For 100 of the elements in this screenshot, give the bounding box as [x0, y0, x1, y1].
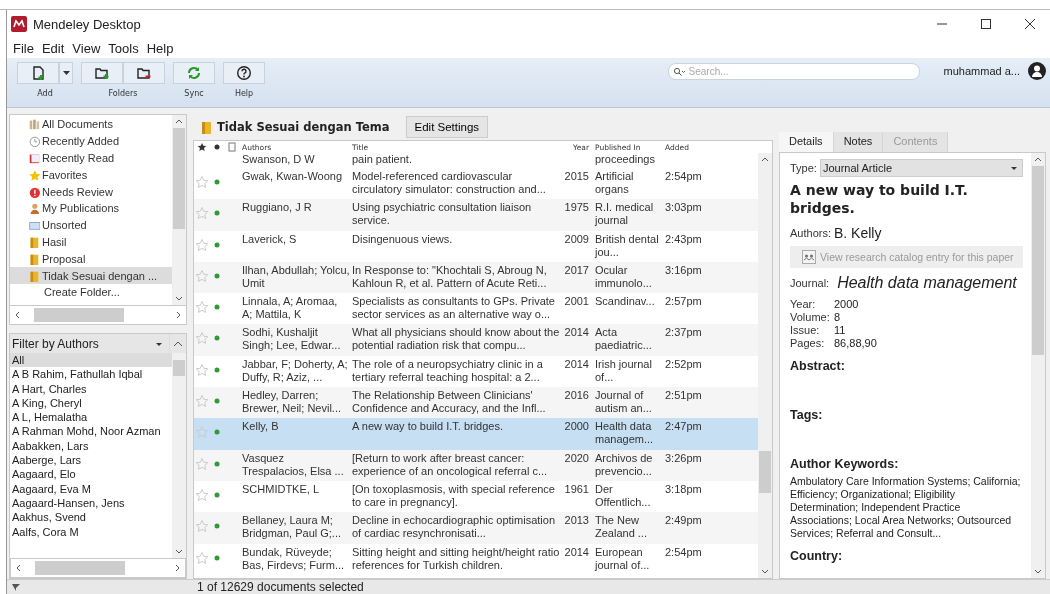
star-icon[interactable] — [194, 268, 210, 283]
tab[interactable]: Notes — [833, 132, 884, 152]
author-filter-item[interactable]: Aakhus, Svend — [10, 510, 172, 525]
menu-item[interactable]: Help — [142, 40, 178, 56]
type-dropdown[interactable]: Journal Article — [819, 159, 1023, 177]
sync-button[interactable] — [173, 62, 215, 84]
menu-item[interactable]: View — [68, 40, 105, 56]
collection-item[interactable]: Tidak Sesuai dengan ... — [10, 267, 172, 284]
author-filter-item[interactable]: Aagaard-Hansen, Jens — [10, 495, 172, 511]
edit-settings-button[interactable]: Edit Settings — [405, 116, 489, 138]
author-filter-item[interactable]: A King, Cheryl — [10, 395, 172, 411]
document-row[interactable]: Vasquez Trespalacios, Elsa ... [Return to work after breast cancer: experience of an oncological referral c... 2020 Archivos de prevencio... 3:26pm — [194, 449, 758, 481]
author-filter-item[interactable]: A L, Hemalatha — [10, 410, 172, 425]
collection-item[interactable]: Unsorted — [10, 216, 172, 234]
star-icon[interactable] — [194, 362, 210, 377]
document-row[interactable]: Kelly, B A new way to build I.T. bridges. 2000 Health data managem... 2:47pm — [194, 418, 758, 450]
document-row[interactable]: Linnala, A; Aromaa, A; Mattila, K Specialists as consultants to GPs. Private sector services as an alternative way o... 2001 Scandinav... 2:57pm — [194, 293, 758, 325]
scroll-down-icon[interactable] — [175, 549, 183, 555]
scroll-right-icon[interactable] — [175, 564, 181, 572]
scroll-up-icon[interactable] — [1034, 156, 1042, 162]
user-avatar-icon[interactable] — [1028, 62, 1046, 80]
field-value[interactable]: 86,88,90 — [834, 337, 877, 350]
menu-item[interactable]: File — [9, 40, 38, 56]
scrollbar-thumb[interactable] — [173, 128, 185, 230]
author-filter-item[interactable]: A Hart, Charles — [10, 381, 172, 396]
close-icon[interactable] — [1024, 18, 1036, 30]
scrollbar-thumb[interactable] — [173, 360, 185, 376]
document-row[interactable]: Ilhan, Abdullah; Yolcu, Umit In Response to: "Khochtali S, Abroug N, Kahloun R, et al. Pattern of Acute Reti... 2017 Ocular immunolo... 3:16pm — [194, 261, 758, 294]
collection-item[interactable]: Hasil — [10, 233, 172, 251]
collection-item[interactable]: Create Folder... — [10, 283, 172, 301]
author-filter-item[interactable]: A Rahman Mohd, Noor Azman — [10, 424, 172, 439]
star-icon[interactable] — [194, 237, 210, 252]
tab[interactable]: Details — [779, 132, 834, 152]
field-value[interactable]: 2000 — [834, 298, 877, 311]
author-filter-item[interactable]: Aagaard, Elo — [10, 467, 172, 482]
search-field[interactable]: Search... — [667, 62, 920, 80]
help-button[interactable] — [223, 62, 265, 84]
field-value[interactable]: 11 — [834, 324, 877, 337]
scrollbar[interactable] — [1031, 153, 1045, 578]
document-row[interactable]: Bellaney, Laura M; Bridgman, Paul G;... Decline in echocardiographic optimisation of cardiac resynchronisati... 2013 The New Zealand ... 2:49pm — [194, 512, 758, 544]
author-filter-item[interactable]: All — [10, 353, 172, 368]
document-row[interactable]: Laverick, S Disingenuous views. 2009 British dental jou... 2:43pm — [194, 230, 758, 262]
star-icon[interactable] — [194, 300, 210, 315]
scrollbar-thumb[interactable] — [34, 308, 124, 322]
scroll-down-icon[interactable] — [761, 569, 769, 575]
document-row[interactable]: Sodhi, Kushaljit Singh; Lee, Edwar... What all physicians should know about the potential radiation risk that compu... 2014 Acta paediatric... 2:37pm — [194, 324, 758, 356]
menu-item[interactable]: Edit — [37, 40, 69, 56]
collection-item[interactable]: Proposal — [10, 250, 172, 268]
collection-item[interactable]: All Documents — [10, 116, 172, 133]
author-filter-item[interactable]: Aaberge, Lars — [10, 453, 172, 468]
document-row[interactable]: Hedley, Darren; Brewer, Neil; Nevil... The Relationship Between Clinicians' Confidence and Accuracy, and the Infl... 2016 Journal of autism an... 2:51pm — [194, 387, 758, 419]
scrollbar-thumb[interactable] — [759, 450, 771, 493]
remove-folder-button[interactable] — [123, 62, 165, 84]
menu-item[interactable]: Tools — [104, 40, 143, 56]
scroll-up-icon[interactable] — [175, 118, 183, 124]
scroll-up-icon[interactable] — [761, 156, 769, 162]
star-icon[interactable] — [194, 487, 210, 502]
collection-item[interactable]: Recently Read — [10, 149, 172, 167]
collection-item[interactable]: Recently Added — [10, 132, 172, 150]
star-icon[interactable] — [194, 331, 210, 346]
document-row[interactable]: Jabbar, F; Doherty, A; Duffy, R; Aziz, ... The role of a neuropsychiatry clinic in a tertiary referral teaching hospital: a 2... 2014 Irish journal of... 2:52pm — [194, 355, 758, 388]
author-filter-item[interactable]: Aabakken, Lars — [10, 438, 172, 454]
maximize-icon[interactable] — [980, 18, 992, 30]
star-icon[interactable] — [194, 394, 210, 409]
star-icon[interactable] — [194, 550, 210, 565]
document-row[interactable]: SCHMIDTKE, L [On toxoplasmosis, with special reference to care in pregnancy]. 1961 Der Offentlich... 3:18pm — [194, 480, 758, 513]
scroll-right-icon[interactable] — [176, 311, 182, 319]
scrollbar[interactable] — [172, 115, 186, 305]
star-icon[interactable] — [194, 425, 210, 440]
star-icon[interactable] — [194, 519, 210, 534]
document-row[interactable]: Bundak, Rüveyde; Bas, Firdevs; Furm... Sitting height and sitting height/height ratio references for Turkish children. 2014 European journal of... 2:54pm — [194, 543, 758, 575]
author-name[interactable]: B. Kelly — [833, 225, 882, 241]
scrollbar-thumb[interactable] — [1032, 166, 1044, 355]
add-document-button[interactable] — [17, 62, 59, 84]
scrollbar[interactable] — [172, 353, 186, 558]
user-name[interactable]: muhammad a... — [943, 65, 1020, 77]
author-filter-item[interactable]: Aalfs, Cora M — [10, 524, 172, 539]
scrollbar[interactable] — [10, 558, 186, 578]
scrollbar[interactable] — [758, 153, 772, 578]
star-icon[interactable] — [194, 206, 210, 221]
scroll-up-icon[interactable] — [173, 339, 183, 348]
scroll-left-icon[interactable] — [14, 311, 20, 319]
keywords-text[interactable]: Ambulatory Care Information Systems; California; Efficiency; Organizational; Eligibility Determination; Independent Practice Associations; Local Area Networks; Outsourced Services; Referral and Consult... — [790, 475, 1023, 540]
dropdown-arrow-button[interactable] — [59, 62, 73, 84]
field-value[interactable]: 8 — [834, 311, 877, 324]
scrollbar-thumb[interactable] — [35, 561, 125, 575]
collection-item[interactable]: My Publications — [10, 200, 172, 217]
document-row[interactable]: Ruggiano, J R Using psychiatric consultation liaison service. 1975 R.I. medical journal 3:03pm — [194, 199, 758, 231]
scroll-down-icon[interactable] — [175, 296, 183, 302]
add-folder-button[interactable] — [81, 62, 123, 84]
collection-item[interactable]: Needs Review — [10, 183, 172, 200]
author-filter-item[interactable]: Aagaard, Eva M — [10, 481, 172, 496]
document-row[interactable]: Gwak, Kwan-Woong Model-referenced cardiovascular circulatory simulator: construction and... 2015 Artificial organs 2:54pm — [194, 168, 758, 200]
star-icon[interactable] — [194, 175, 210, 189]
filter-icon[interactable] — [9, 582, 23, 592]
star-icon[interactable] — [194, 456, 210, 471]
search-icon[interactable] — [672, 66, 685, 77]
collection-item[interactable]: Favorites — [10, 166, 172, 184]
scroll-down-icon[interactable] — [1034, 569, 1042, 575]
journal-name[interactable]: Health data management — [837, 274, 1017, 292]
